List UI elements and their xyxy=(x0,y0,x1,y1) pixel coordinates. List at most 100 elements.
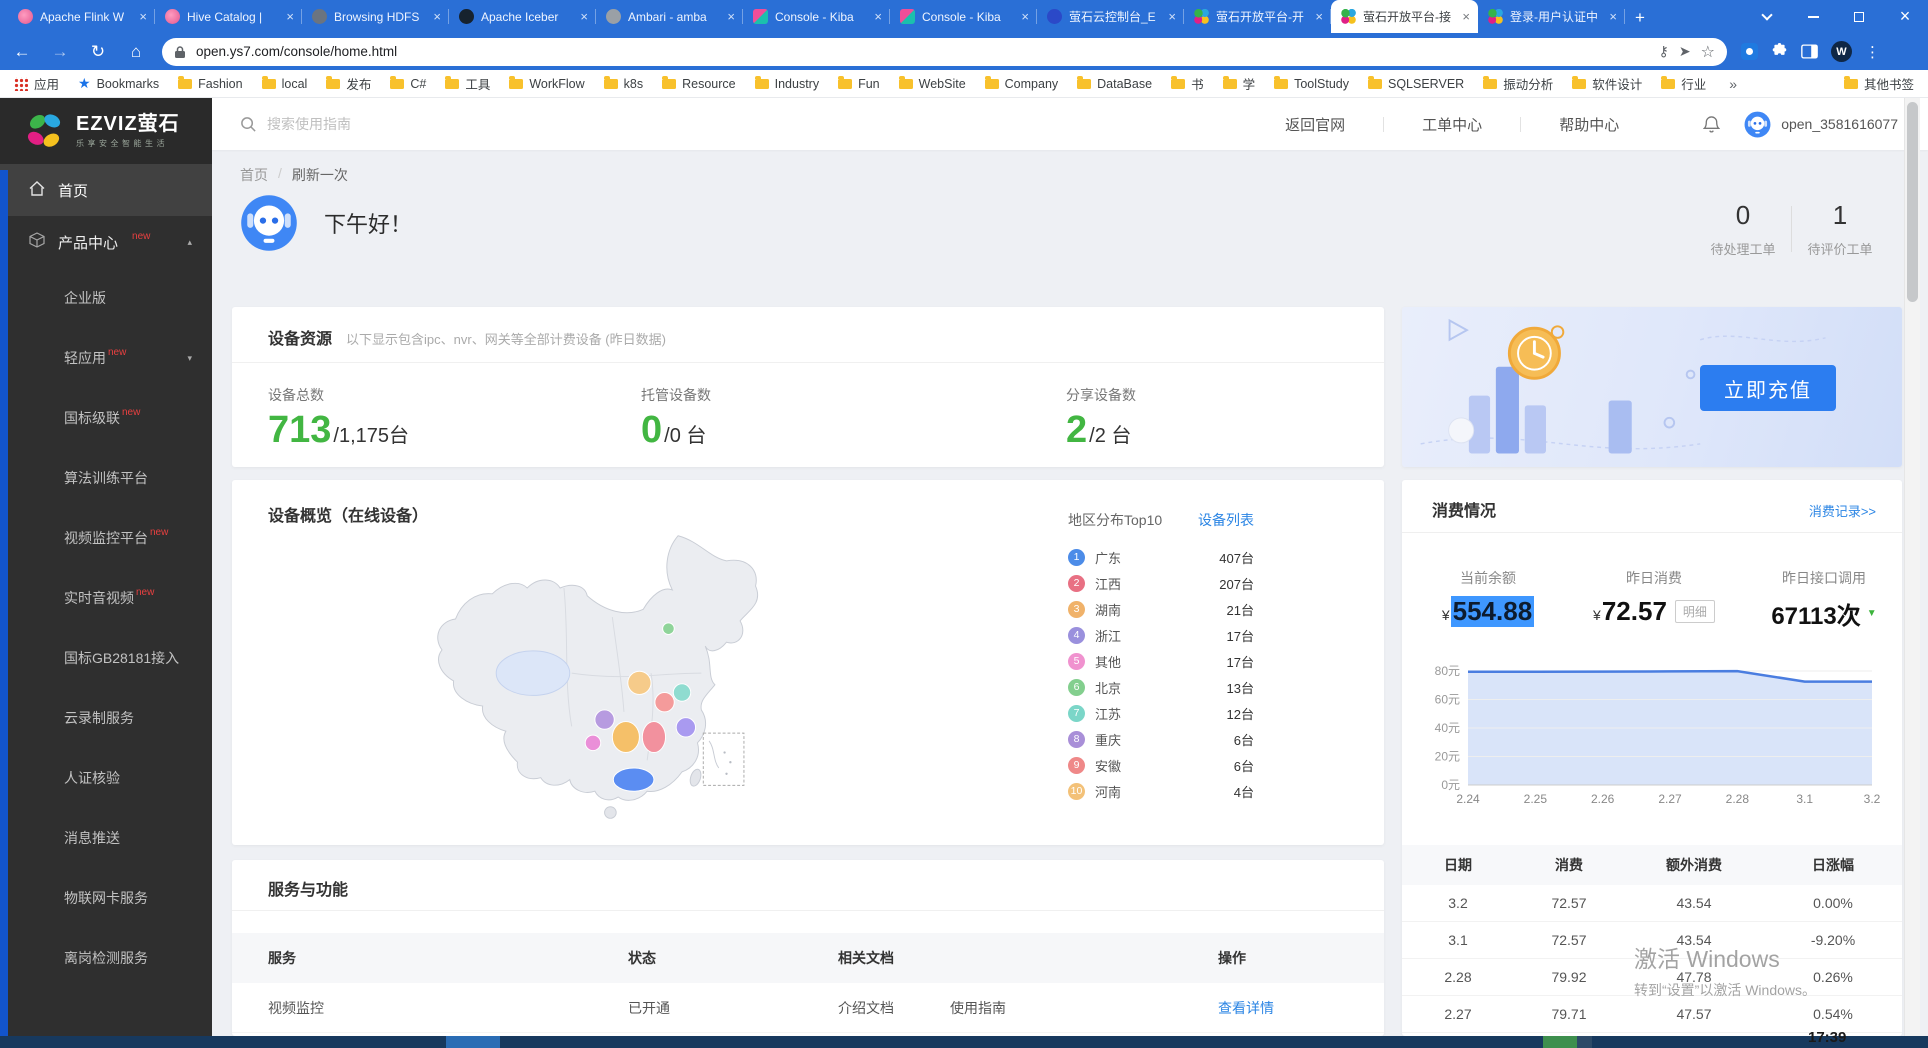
bookmark-folder[interactable]: C# xyxy=(390,77,426,91)
tab-close-icon[interactable]: × xyxy=(1462,9,1470,24)
detail-button[interactable]: 明细 xyxy=(1675,600,1715,623)
tab-close-icon[interactable]: × xyxy=(1609,9,1617,24)
link-official-site[interactable]: 返回官网 xyxy=(1247,114,1383,135)
sidebar-item-home[interactable]: 首页 xyxy=(0,164,212,216)
tab-close-icon[interactable]: × xyxy=(286,9,294,24)
link-ticket-center[interactable]: 工单中心 xyxy=(1384,114,1520,135)
bookmark-folder[interactable]: local xyxy=(262,77,308,91)
sidebar-submenu-item[interactable]: 云录制服务 xyxy=(0,688,212,748)
bookmarks-folder[interactable]: ★Bookmarks xyxy=(78,75,159,92)
tab-ambari[interactable]: Ambari - amba× xyxy=(596,0,743,33)
bookmark-star-icon[interactable]: ☆ xyxy=(1701,42,1715,62)
new-tab-button[interactable]: + xyxy=(1625,3,1655,33)
tab-close-icon[interactable]: × xyxy=(139,9,147,24)
tab-close-icon[interactable]: × xyxy=(727,9,735,24)
tab-ezviz-open-active[interactable]: 萤石开放平台-接× xyxy=(1331,0,1478,33)
side-panel-icon[interactable] xyxy=(1801,44,1818,59)
bookmark-folder[interactable]: WorkFlow xyxy=(509,77,584,91)
key-icon[interactable]: ⚷ xyxy=(1659,43,1669,60)
link-help-center[interactable]: 帮助中心 xyxy=(1521,114,1657,135)
share-icon[interactable]: ➤ xyxy=(1679,43,1691,60)
sidebar-submenu-item[interactable]: 算法训练平台 xyxy=(0,448,212,508)
sidebar-submenu-item[interactable]: 视频监控平台 new xyxy=(0,508,212,568)
tab-apache-flink[interactable]: Apache Flink W× xyxy=(8,0,155,33)
other-bookmarks[interactable]: 其他书签 xyxy=(1844,74,1914,93)
bookmark-folder[interactable]: 学 xyxy=(1223,74,1256,93)
bookmark-folder[interactable]: 工具 xyxy=(445,74,490,93)
sidebar-submenu-item[interactable]: 国标GB28181接入 xyxy=(0,628,212,688)
reload-icon[interactable]: ↻ xyxy=(86,42,110,62)
sidebar-submenu-item[interactable]: 轻应用 new ▾ xyxy=(0,328,212,388)
user-guide-link[interactable]: 使用指南 xyxy=(950,998,1006,1018)
tab-close-icon[interactable]: × xyxy=(1168,9,1176,24)
sidebar-submenu-item[interactable]: 人证核验 xyxy=(0,748,212,808)
profile-avatar[interactable]: W xyxy=(1831,41,1852,62)
sidebar-submenu-item[interactable]: 国标级联 new xyxy=(0,388,212,448)
user-avatar[interactable] xyxy=(1744,111,1771,138)
sidebar-submenu-item[interactable]: 离岗检测服务 xyxy=(0,928,212,988)
bookmark-folder[interactable]: Company xyxy=(985,77,1059,91)
sidebar-submenu-item[interactable]: 消息推送 xyxy=(0,808,212,868)
tab-console-kibana-1[interactable]: Console - Kiba× xyxy=(743,0,890,33)
bookmark-folder[interactable]: k8s xyxy=(604,77,643,91)
page-scrollbar[interactable] xyxy=(1904,98,1920,1036)
forward-icon[interactable]: → xyxy=(48,42,72,62)
ezviz-logo[interactable]: EZVIZ萤石 乐享安全智能生活 xyxy=(0,98,212,164)
review-workorders[interactable]: 1 待评价工单 xyxy=(1792,200,1888,258)
dropdown-arrow-icon[interactable]: ▼ xyxy=(1867,608,1877,619)
back-icon[interactable]: ← xyxy=(10,42,34,62)
tab-close-icon[interactable]: × xyxy=(1315,9,1323,24)
tab-apache-iceberg[interactable]: Apache Iceber× xyxy=(449,0,596,33)
sidebar-submenu-item[interactable]: 实时音视频 new xyxy=(0,568,212,628)
view-details-link[interactable]: 查看详情 xyxy=(1218,998,1384,1018)
tab-close-icon[interactable]: × xyxy=(874,9,882,24)
tab-close-icon[interactable]: × xyxy=(433,9,441,24)
tab-ezviz-login[interactable]: 登录-用户认证中× xyxy=(1478,0,1625,33)
consumption-records-link[interactable]: 消费记录>> xyxy=(1809,501,1876,520)
search-input[interactable]: 搜索使用指南 xyxy=(240,114,660,134)
breadcrumb-home[interactable]: 首页 xyxy=(240,165,268,185)
extension-icon[interactable] xyxy=(1741,43,1758,60)
bookmark-folder[interactable]: ToolStudy xyxy=(1274,77,1349,91)
bookmark-folder[interactable]: Fun xyxy=(838,77,880,91)
maximize-button[interactable] xyxy=(1836,0,1882,33)
bookmark-folder[interactable]: Resource xyxy=(662,77,736,91)
china-map[interactable] xyxy=(412,528,832,833)
bookmark-folder[interactable]: WebSite xyxy=(899,77,966,91)
bookmark-folder[interactable]: 行业 xyxy=(1661,74,1706,93)
tab-close-icon[interactable]: × xyxy=(1021,9,1029,24)
sidebar-submenu-item[interactable]: 物联网卡服务 xyxy=(0,868,212,928)
bookmark-folder[interactable]: 发布 xyxy=(326,74,371,93)
bell-icon[interactable] xyxy=(1703,115,1720,134)
bookmark-folder[interactable]: Fashion xyxy=(178,77,242,91)
sidebar-item-product-center[interactable]: 产品中心 new ▴ xyxy=(0,216,212,268)
scrollbar-thumb[interactable] xyxy=(1907,102,1918,302)
tab-hive-catalog[interactable]: Hive Catalog |× xyxy=(155,0,302,33)
puzzle-icon[interactable] xyxy=(1771,43,1788,60)
bookmarks-overflow-icon[interactable]: » xyxy=(1729,76,1737,92)
bookmark-folder[interactable]: Industry xyxy=(755,77,819,91)
tab-console-kibana-2[interactable]: Console - Kiba× xyxy=(890,0,1037,33)
tab-ezviz-open-1[interactable]: 萤石开放平台-开× xyxy=(1184,0,1331,33)
collapse-arrow-icon[interactable]: ▴ xyxy=(187,237,192,248)
apps-shortcut[interactable]: 应用 xyxy=(14,74,59,93)
close-button[interactable]: × xyxy=(1882,0,1928,33)
bookmark-folder[interactable]: 软件设计 xyxy=(1572,74,1642,93)
tab-browsing-hdfs[interactable]: Browsing HDFS× xyxy=(302,0,449,33)
sidebar-submenu-item[interactable]: 企业版 xyxy=(0,268,212,328)
tab-close-icon[interactable]: × xyxy=(580,9,588,24)
username[interactable]: open_3581616077 xyxy=(1781,116,1898,132)
intro-doc-link[interactable]: 介绍文档 xyxy=(838,998,894,1018)
address-bar[interactable]: open.ys7.com/console/home.html ⚷ ➤ ☆ xyxy=(162,38,1727,66)
tab-ezviz-console[interactable]: 萤石云控制台_E× xyxy=(1037,0,1184,33)
tab-search-icon[interactable] xyxy=(1744,0,1790,33)
minimize-button[interactable] xyxy=(1790,0,1836,33)
recharge-button[interactable]: 立即充值 xyxy=(1700,365,1836,411)
browser-menu-icon[interactable]: ⋮ xyxy=(1865,43,1880,61)
device-list-link[interactable]: 设备列表 xyxy=(1198,510,1254,530)
taskbar[interactable]: 17:39 xyxy=(0,1036,1928,1048)
bookmark-folder[interactable]: 振动分析 xyxy=(1483,74,1553,93)
bookmark-folder[interactable]: DataBase xyxy=(1077,77,1152,91)
home-icon[interactable]: ⌂ xyxy=(124,42,148,62)
bookmark-folder[interactable]: SQLSERVER xyxy=(1368,77,1464,91)
